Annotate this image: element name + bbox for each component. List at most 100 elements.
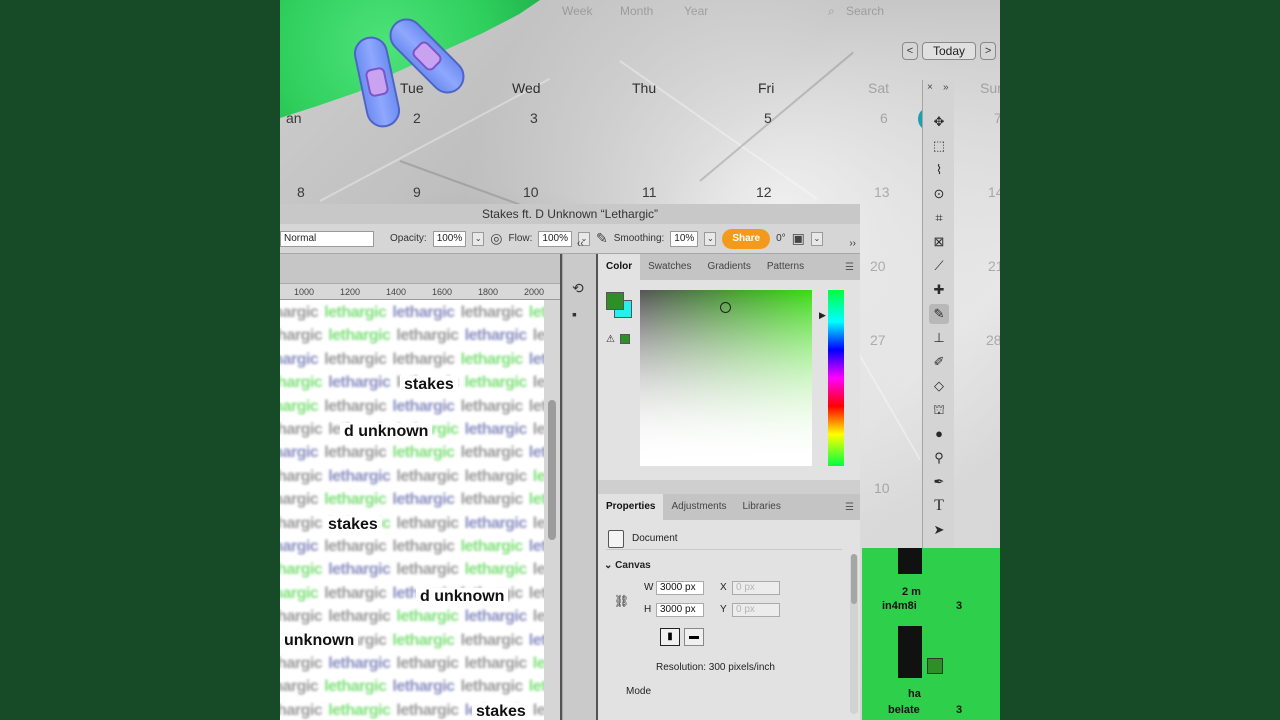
photoshop-window: Stakes ft. D Unknown “Lethargic” Normal … <box>280 204 860 720</box>
flow-field[interactable]: 100% <box>538 230 572 247</box>
expand-panels-arrow[interactable]: ›› <box>849 238 856 249</box>
calendar-view-year[interactable]: Year <box>684 4 708 18</box>
toolbar-foreground-swatch[interactable] <box>927 658 943 674</box>
dodge-tool-icon[interactable]: ⚲ <box>929 448 949 468</box>
properties-panel-tabs: Properties Adjustments Libraries ☰ <box>598 494 860 520</box>
calendar-day[interactable]: 10 <box>874 480 890 496</box>
paint-bucket-icon[interactable]: ⛫ <box>929 400 949 420</box>
calendar-day[interactable]: 11 <box>642 184 657 200</box>
healing-brush-icon[interactable]: ✚ <box>929 280 949 300</box>
calendar-view-month[interactable]: Month <box>620 4 653 18</box>
calendar-day[interactable]: 27 <box>870 332 886 348</box>
history-brush-icon[interactable]: ✐ <box>929 352 949 372</box>
marquee-tool-icon[interactable]: ⬚ <box>929 136 949 156</box>
calendar-day[interactable]: 6 <box>880 110 888 126</box>
lethargic-text-row: lethargiclethargiclethargiclethargicleth… <box>280 467 544 485</box>
calendar-search-placeholder[interactable]: Search <box>846 4 884 18</box>
tab-gradients[interactable]: Gradients <box>699 254 758 280</box>
frame-tool-icon[interactable]: ⊠ <box>929 232 949 252</box>
calendar-day[interactable]: 14 <box>988 184 1000 200</box>
panel-menu-icon[interactable]: ☰ <box>845 502 854 513</box>
smoothing-label: Smoothing: <box>613 233 665 244</box>
calendar-day[interactable]: an <box>286 110 302 126</box>
symmetry-icon[interactable]: ▣ <box>792 230 805 247</box>
canvas-header-label: Canvas <box>615 560 651 571</box>
pen-tool-icon[interactable]: ✒ <box>929 472 949 492</box>
portrait-orientation-icon[interactable]: ▮ <box>660 628 680 646</box>
type-tool-icon[interactable]: T <box>929 496 949 516</box>
crop-tool-icon[interactable]: ⌗ <box>929 208 949 228</box>
eyedropper-icon[interactable]: ⟋ <box>929 256 949 276</box>
chevron-down-icon[interactable]: ⌄ <box>472 231 485 246</box>
calendar-day[interactable]: 28 <box>986 332 1000 348</box>
calendar-day[interactable]: 10 <box>523 184 539 200</box>
blur-tool-icon[interactable]: ● <box>929 424 949 444</box>
album-text: 3 <box>956 704 963 716</box>
tab-color[interactable]: Color <box>598 254 641 280</box>
path-selection-icon[interactable]: ➤ <box>929 520 949 540</box>
tab-libraries[interactable]: Libraries <box>735 494 789 520</box>
history-icon[interactable]: ⟲ <box>572 280 584 297</box>
width-field[interactable]: 3000 px <box>656 581 704 595</box>
y-field[interactable]: 0 px <box>732 603 780 617</box>
calendar-today-button[interactable]: Today <box>922 42 977 60</box>
calendar-day[interactable]: 20 <box>870 258 886 274</box>
foreground-color-swatch[interactable] <box>606 292 624 310</box>
color-picker-cursor[interactable] <box>720 302 731 313</box>
chevron-down-icon[interactable]: ⌄ <box>810 231 823 246</box>
expand-toolbar-icon[interactable]: » <box>943 82 975 93</box>
height-field[interactable]: 3000 px <box>656 603 704 617</box>
calendar-prev-button[interactable]: < <box>902 42 918 60</box>
move-tool-icon[interactable]: ✥ <box>929 112 949 132</box>
properties-scrollbar[interactable] <box>850 554 858 714</box>
brush-tool-icon[interactable]: ✎ <box>929 304 949 324</box>
smoothing-field[interactable]: 10% <box>670 230 699 247</box>
tab-swatches[interactable]: Swatches <box>640 254 699 280</box>
link-icon[interactable]: ⛓ <box>614 594 629 608</box>
calendar-day[interactable]: 8 <box>297 184 305 200</box>
hue-marker-icon[interactable]: ▶ <box>819 310 826 321</box>
day-header-sun: Sun <box>980 80 1000 96</box>
eraser-icon[interactable]: ◇ <box>929 376 949 396</box>
calendar-day[interactable]: 13 <box>874 184 890 200</box>
tab-properties[interactable]: Properties <box>598 494 664 520</box>
collapse-panels-arrow[interactable]: ‹‹ <box>577 238 584 249</box>
calendar-day[interactable]: 12 <box>756 184 772 200</box>
tab-patterns[interactable]: Patterns <box>759 254 812 280</box>
lasso-tool-icon[interactable]: ⌇ <box>929 160 949 180</box>
clone-stamp-icon[interactable]: ⊥ <box>929 328 949 348</box>
blend-mode-select[interactable]: Normal <box>280 230 374 247</box>
pressure-opacity-icon[interactable]: ◎ <box>490 230 502 247</box>
search-icon[interactable]: ⌕ <box>828 4 835 19</box>
share-button[interactable]: Share <box>722 228 771 249</box>
opacity-field[interactable]: 100% <box>432 230 467 247</box>
chevron-down-icon[interactable]: ⌄ <box>704 231 717 246</box>
warning-icon[interactable]: ⚠ <box>606 334 615 345</box>
calendar-day[interactable]: 2 <box>413 110 421 126</box>
tab-adjustments[interactable]: Adjustments <box>663 494 734 520</box>
landscape-orientation-icon[interactable]: ▬ <box>684 628 704 646</box>
gamut-color-swatch[interactable] <box>620 334 630 344</box>
hue-slider[interactable] <box>828 290 844 466</box>
scrollbar-thumb[interactable] <box>548 400 556 540</box>
panel-menu-icon[interactable]: ☰ <box>845 262 854 273</box>
quick-selection-icon[interactable]: ⊙ <box>929 184 949 204</box>
album-thumbnail[interactable] <box>898 548 922 574</box>
canvas-section-header[interactable]: ⌄ Canvas <box>604 560 651 571</box>
day-header-fri: Fri <box>758 80 775 96</box>
artwork-canvas[interactable]: lethargiclethargiclethargiclethargicleth… <box>280 300 544 720</box>
calendar-day[interactable]: 3 <box>530 110 538 126</box>
angle-field[interactable]: 0° <box>776 233 786 244</box>
calendar-day[interactable]: 21 <box>988 258 1000 274</box>
calendar-day[interactable]: 7 <box>994 110 1000 126</box>
calendar-day[interactable]: 9 <box>413 184 421 200</box>
vertical-scrollbar[interactable] <box>544 300 560 720</box>
calendar-next-button[interactable]: > <box>980 42 997 60</box>
calendar-view-week[interactable]: Week <box>562 4 592 18</box>
x-field[interactable]: 0 px <box>732 581 780 595</box>
comments-icon[interactable]: ▪ <box>572 306 577 322</box>
airbrush-icon[interactable]: ✎ <box>596 230 608 247</box>
album-thumbnail[interactable] <box>898 626 922 678</box>
saturation-brightness-field[interactable] <box>640 290 812 466</box>
calendar-day[interactable]: 5 <box>764 110 772 126</box>
